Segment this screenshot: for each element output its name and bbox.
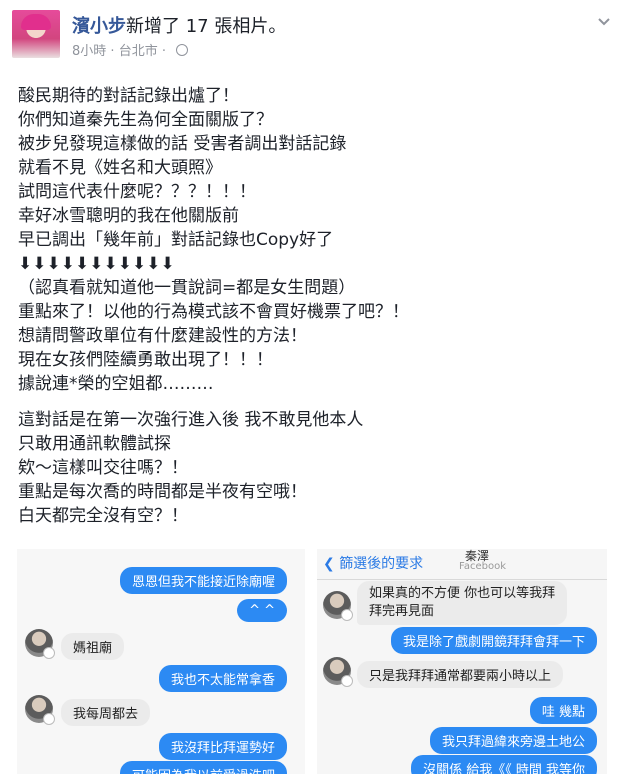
post-text-line: 欸～這樣叫交往嗎？！ [18,458,188,478]
post-text-line: 幸好冰雪聰明的我在他關版前 [18,206,239,226]
chat-bubble-out: 沒關係 給我《《 時間 我等你 [411,755,597,774]
chat-bubble-out: 哇 幾點 [529,697,597,724]
post-text-line: 白天都完全沒有空？！ [18,506,188,526]
post-time-link[interactable]: 8小時 [72,44,106,59]
post-meta: 8小時 · 台北市 · [72,40,189,59]
post-text-line: 你們知道秦先生為何全面關版了？ [18,110,273,130]
chat-bubble-out: ^ ^ [237,599,287,622]
post-header: 濱小步新增了 17 張相片。 8小時 · 台北市 · [12,10,612,66]
photo-grid: 恩恩但我不能接近除廟喔 ^ ^ 媽祖廟 我也不太能常拿香 我每周都去 我沒拜比拜… [17,549,607,774]
post-location-link[interactable]: 台北市 [119,44,158,59]
chat-bubble-out: 我是除了戲劇開鏡拜拜會拜一下 [390,627,597,654]
chat-bubble-out: 我也不太能常拿香 [158,665,287,692]
post-text-line: ⬇⬇⬇⬇⬇⬇⬇⬇⬇⬇⬇ [18,254,175,274]
chevron-down-icon[interactable] [598,18,610,26]
chat-bubble-out: 我沒拜比拜運勢好 [158,733,287,760]
chat-bubble-line: 如果真的不方便 你也可以等我拜 [369,586,556,601]
post-text-line: 酸民期待的對話記錄出爐了！ [18,86,239,106]
post-text-line: 只敢用通訊軟體試探 [18,434,171,454]
post-text-line: 被步兒發現這樣做的話 受害者調出對話記錄 [18,134,347,154]
chat-avatar [323,657,353,687]
post-text-line: 重點是每次喬的時間都是半夜有空哦！ [18,482,307,502]
photo-left[interactable]: 恩恩但我不能接近除廟喔 ^ ^ 媽祖廟 我也不太能常拿香 我每周都去 我沒拜比拜… [17,549,305,774]
globe-icon[interactable] [176,44,189,56]
meta-separator: · [110,44,115,59]
post-text-line: 就看不見《姓名和大頭照》 [18,158,222,178]
back-button[interactable]: ❮ 篩選後的要求 [323,553,423,573]
post-text-line: 重點來了！以他的行為模式該不會買好機票了吧？！ [18,302,409,322]
chat-bubble-in: 如果真的不方便 你也可以等我拜 拜完再見面 [357,581,568,625]
photo-right[interactable]: ❮ 篩選後的要求 秦澤 Facebook 如果真的不方便 你也可以等我拜 拜完再… [317,549,607,774]
post-action-text: 新增了 17 張相片。 [126,16,287,37]
post-body: 酸民期待的對話記錄出爐了！ 你們知道秦先生為何全面關版了？ 被步兒發現這樣做的話… [18,84,608,528]
post-text-line: 想請問警政單位有什麼建設性的方法！ [18,326,307,346]
post-text-line: 早已調出「幾年前」對話記錄也Copy好了 [18,230,334,250]
chat-bubble-out: 可能因為我以前受過洗吧 [119,761,287,774]
post-title: 濱小步新增了 17 張相片。 [72,12,286,38]
author-name-link[interactable]: 濱小步 [72,16,126,37]
post-text-line: 這對話是在第一次強行進入後 我不敢見他本人 [18,410,364,430]
chat-bubble-in: 媽祖廟 [61,633,125,660]
chat-bubble-out: 恩恩但我不能接近除廟喔 [119,567,287,594]
chat-bubble-out: 我只拜過緯來旁邊土地公 [429,727,597,754]
chat-contact-source: Facebook [459,561,506,572]
chat-avatar [25,629,55,659]
post-text-line: （認真看就知道他一貫說詞=都是女生問題） [18,278,356,298]
post-text-line: 據說連*榮的空姐都……… [18,374,214,394]
chat-bubble-line: 拜完再見面 [369,604,435,619]
chat-bubble-in: 只是我拜拜通常都要兩小時以上 [357,661,564,688]
post-text-line: 試問這代表什麼呢？？？！！！ [18,182,256,202]
back-label: 篩選後的要求 [339,556,424,572]
chat-bubble-in: 我每周都去 [61,699,151,726]
post-text-line: 現在女孩們陸續勇敢出現了！！！ [18,350,273,370]
chat-avatar [323,591,353,621]
author-avatar[interactable] [12,10,60,58]
meta-separator-2: · [161,44,166,59]
chat-avatar [25,695,55,725]
chat-navbar: ❮ 篩選後的要求 秦澤 Facebook [317,549,607,580]
